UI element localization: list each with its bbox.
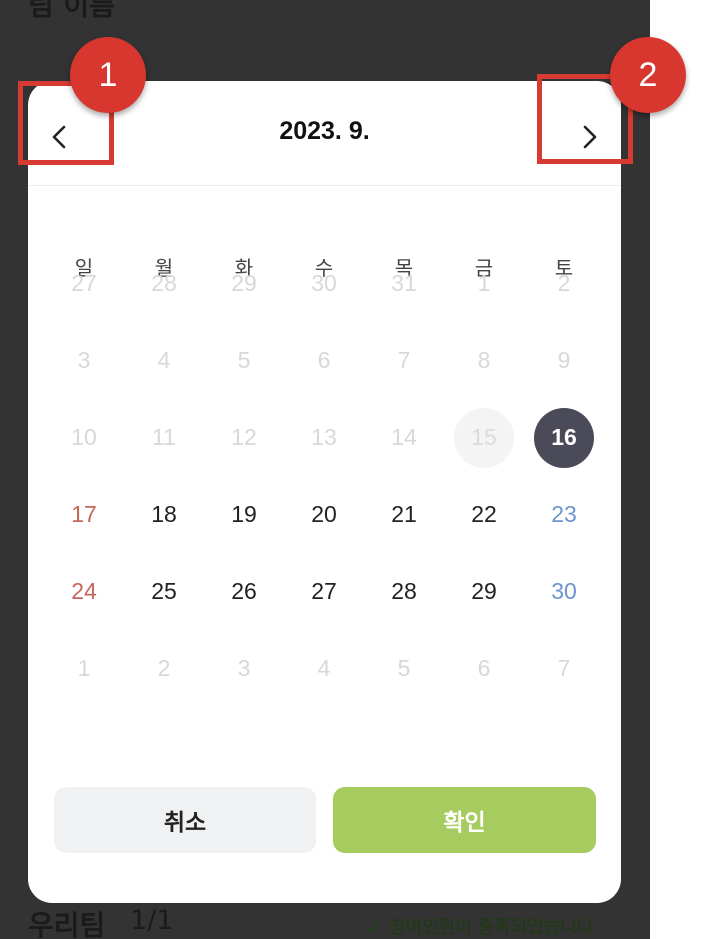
day-cell[interactable]: 23 (524, 476, 604, 553)
day-cell: 1 (44, 630, 124, 707)
check-icon: ✓ (368, 917, 384, 938)
day-number: 6 (317, 347, 331, 373)
day-cell: 27 (44, 245, 124, 322)
day-cell: 6 (444, 630, 524, 707)
day-cell: 13 (284, 399, 364, 476)
day-cell: 5 (204, 322, 284, 399)
day-number: 12 (231, 424, 257, 450)
team-status-label: 참여인원이 충족되었습니다. (389, 917, 600, 938)
day-number: 11 (152, 424, 176, 450)
date-picker-modal: 2023. 9. 일 월 화 수 목 금 토 27 28 29 30 31 1 2 3 4 5 6 7… (28, 81, 621, 903)
day-number: 28 (391, 578, 417, 604)
team-member-count: 1/1 (130, 905, 174, 936)
day-cell: 3 (44, 322, 124, 399)
day-number: 7 (557, 655, 571, 681)
date-picker-actions: 취소 확인 (54, 787, 596, 853)
day-cell: 31 (364, 245, 444, 322)
day-number: 4 (157, 347, 171, 373)
day-number: 24 (71, 578, 97, 604)
day-cell: 14 (364, 399, 444, 476)
day-number: 26 (231, 578, 257, 604)
day-cell: 5 (364, 630, 444, 707)
day-number: 20 (311, 501, 337, 527)
day-cell: 30 (284, 245, 364, 322)
day-cell: 7 (524, 630, 604, 707)
day-number: 1 (77, 655, 91, 681)
day-number: 25 (151, 578, 177, 604)
team-title: 우리팀 (28, 909, 106, 939)
day-cell: 12 (204, 399, 284, 476)
day-cell[interactable]: 27 (284, 553, 364, 630)
day-cell: 4 (124, 322, 204, 399)
day-number: 29 (231, 270, 257, 296)
day-cell[interactable]: 15 (444, 399, 524, 476)
day-cell: 2 (524, 245, 604, 322)
day-cell[interactable]: 29 (444, 553, 524, 630)
annotation-badge-2: 2 (610, 37, 686, 113)
calendar-day-grid: 27 28 29 30 31 1 2 3 4 5 6 7 8 9 10 11 12 13 14 15 16 17 18 19 2… (44, 245, 604, 707)
annotation-badge-1: 1 (70, 37, 146, 113)
day-cell: 11 (124, 399, 204, 476)
day-number: 15 (454, 407, 514, 468)
day-number: 16 (534, 407, 594, 468)
day-number: 19 (231, 501, 257, 527)
day-number: 8 (477, 347, 491, 373)
day-number: 4 (317, 655, 331, 681)
day-cell[interactable]: 18 (124, 476, 204, 553)
day-cell: 7 (364, 322, 444, 399)
team-name-label: 팀 이름 (28, 0, 116, 22)
day-number: 23 (551, 501, 577, 527)
day-number: 30 (551, 578, 577, 604)
day-number: 5 (237, 347, 251, 373)
day-cell: 10 (44, 399, 124, 476)
day-cell[interactable]: 17 (44, 476, 124, 553)
day-number: 22 (471, 501, 497, 527)
day-number: 21 (391, 501, 417, 527)
day-cell[interactable]: 24 (44, 553, 124, 630)
day-cell[interactable]: 21 (364, 476, 444, 553)
day-number: 17 (71, 501, 97, 527)
day-number: 3 (77, 347, 91, 373)
day-cell[interactable]: 19 (204, 476, 284, 553)
day-cell: 8 (444, 322, 524, 399)
day-number: 31 (391, 270, 417, 296)
day-number: 27 (311, 578, 337, 604)
day-number: 13 (311, 424, 337, 450)
day-cell: 28 (124, 245, 204, 322)
team-summary-row: 우리팀 1/1 ✓ 참여인원이 충족되었습니다. (28, 904, 628, 939)
day-cell: 6 (284, 322, 364, 399)
day-number: 5 (397, 655, 411, 681)
month-title: 2023. 9. (279, 117, 370, 145)
day-cell: 4 (284, 630, 364, 707)
confirm-button[interactable]: 확인 (333, 787, 596, 853)
day-cell: 3 (204, 630, 284, 707)
day-number: 6 (477, 655, 491, 681)
day-cell: 9 (524, 322, 604, 399)
day-number: 7 (397, 347, 411, 373)
day-number: 27 (71, 270, 97, 296)
day-cell: 1 (444, 245, 524, 322)
day-cell[interactable]: 26 (204, 553, 284, 630)
day-number: 3 (237, 655, 251, 681)
day-number: 18 (151, 501, 177, 527)
day-number: 10 (71, 424, 97, 450)
day-number: 30 (311, 270, 337, 296)
day-cell[interactable]: 28 (364, 553, 444, 630)
day-cell[interactable]: 30 (524, 553, 604, 630)
day-number: 2 (557, 270, 571, 296)
day-number: 29 (471, 578, 497, 604)
day-number: 9 (557, 347, 571, 373)
cancel-button[interactable]: 취소 (54, 787, 316, 853)
day-number: 14 (391, 424, 417, 450)
day-cell[interactable]: 16 (524, 399, 604, 476)
team-status-text: ✓ 참여인원이 충족되었습니다. (368, 913, 599, 939)
day-cell[interactable]: 25 (124, 553, 204, 630)
day-cell: 29 (204, 245, 284, 322)
day-number: 1 (477, 270, 491, 296)
day-cell[interactable]: 22 (444, 476, 524, 553)
day-number: 28 (151, 270, 177, 296)
day-cell[interactable]: 20 (284, 476, 364, 553)
day-number: 2 (157, 655, 171, 681)
day-cell: 2 (124, 630, 204, 707)
